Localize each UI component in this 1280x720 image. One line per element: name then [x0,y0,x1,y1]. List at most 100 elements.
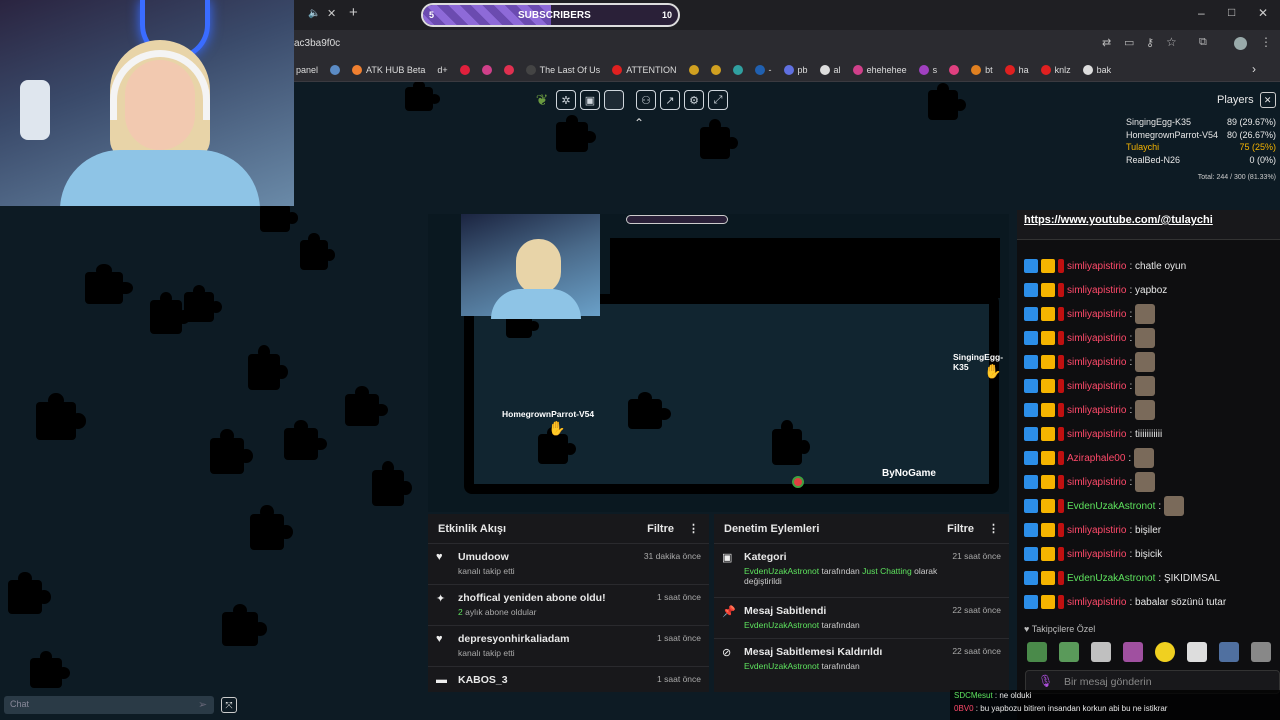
bookmark-ehehehee[interactable]: ehehehee [852,64,907,75]
bookmark-tlou[interactable]: The Last Of Us [525,64,600,75]
bookmark-x[interactable] [949,64,960,75]
chat-username[interactable]: Aziraphale00 [1067,453,1125,464]
bookmark-ha[interactable]: ha [1004,64,1029,75]
crown-icon [1041,595,1055,609]
chat-username[interactable]: simliyapistirio [1067,405,1126,416]
profile-avatar[interactable] [1234,37,1247,50]
chat-text: : [1129,404,1133,416]
minimize-button[interactable]: – [1198,6,1205,20]
bookmark-bak[interactable]: bak [1082,64,1111,75]
chat-username[interactable]: simliyapistirio [1067,357,1126,368]
bookmark-b2[interactable] [710,64,721,75]
youtube-link[interactable]: https://www.youtube.com/@tulaychi [1017,210,1280,240]
chat-panel: simliyapistirio: chatle oyun simliyapisti… [1017,214,1280,720]
send-icon[interactable]: ➢ [198,698,207,711]
more-options-icon[interactable]: ⋮ [688,522,699,535]
crown-icon [1041,307,1055,321]
players-total: Total: 244 / 300 (81.33%) [1197,174,1276,181]
chat-username[interactable]: simliyapistirio [1067,597,1126,608]
menu-icon[interactable]: ⋮ [1260,35,1272,49]
emote-icon [1135,376,1156,396]
chat-username[interactable]: simliyapistirio [1067,285,1126,296]
moderation-item[interactable]: ▣ Kategori EvdenUzakAstronot tarafından … [714,544,1009,598]
chat-text: : [1158,500,1162,512]
bookmark-bt[interactable]: bt [971,64,993,75]
bookmark-al[interactable]: al [819,64,841,75]
bookmark-attention[interactable]: ATTENTION [612,64,677,75]
bookmark-steam[interactable] [330,64,341,75]
bookmarks-more[interactable]: › [1252,62,1256,76]
feed-item[interactable]: ✦ zhoffical yeniden abone oldu! 2 aylık a… [428,585,709,626]
close-tab-icon[interactable]: ✕ [327,7,336,20]
chat-username[interactable]: EvdenUzakAstronot [1067,501,1155,512]
star-icon[interactable]: ☆ [1166,35,1177,49]
bookmark-pinterest[interactable] [459,64,470,75]
cast-icon[interactable]: ▭ [1124,36,1134,49]
moderation-item[interactable]: 📌 Mesaj Sabitlendi EvdenUzakAstronot tar… [714,598,1009,639]
more-options-icon[interactable]: ⋮ [988,522,999,535]
bookmark-b3[interactable] [732,64,743,75]
players-list: SingingEgg-K35 89 (29.67%) HomegrownParro… [1126,117,1276,181]
address-bar[interactable]: ac3ba9f0c ⇄ ▭ ⚷ ☆ ⧉ ⋮ [294,30,1280,58]
stream-puzzle-frame [464,294,999,494]
emote-picker-row[interactable] [1027,642,1271,662]
bookmark-linkedin[interactable]: - [754,64,772,75]
close-window-button[interactable]: ✕ [1258,6,1268,20]
bookmark-icon [710,64,721,75]
mic-icon[interactable]: 🎙 [1038,674,1053,688]
chat-username[interactable]: simliyapistirio [1067,429,1126,440]
bookmark-s[interactable]: s [918,64,937,75]
moderation-item[interactable]: ⊘ Mesaj Sabitlemesi Kaldırıldı EvdenUzak… [714,639,1009,680]
bookmark-instagram[interactable] [481,64,492,75]
crown-icon [1041,451,1055,465]
bookmark-dplus[interactable]: d+ [437,65,447,75]
bookmark-knlz[interactable]: knlz [1040,64,1071,75]
feed-item[interactable]: ♥ depresyonhirkaliadam kanalı takip etti … [428,626,709,667]
bookmark-pb[interactable]: pb [783,64,808,75]
url-text[interactable]: ac3ba9f0c [294,38,340,49]
feed-item[interactable]: ♥ Umudoow kanalı takip etti 31 dakika önc… [428,544,709,585]
maximize-button[interactable]: □ [1228,5,1235,19]
image-preview-icon[interactable]: ▣ [580,90,600,110]
translate-icon[interactable]: ⇄ [1102,36,1111,49]
collapse-toolbar-icon[interactable]: ⌃ [634,116,644,130]
emote-icon [1135,472,1156,492]
key-icon[interactable]: ⚷ [1146,36,1154,49]
settings-icon[interactable]: ⚙ [684,90,704,110]
badge-icon [1024,547,1038,561]
chat-message: simliyapistirio: bişiler [1017,518,1280,542]
chat-message: simliyapistirio: [1017,398,1280,422]
bookmark-b1[interactable] [688,64,699,75]
chat-username[interactable]: simliyapistirio [1067,525,1126,536]
chat-username[interactable]: simliyapistirio [1067,333,1126,344]
bookmark-panel[interactable]: panel [296,65,318,75]
badge-icon [1024,355,1038,369]
chat-text: : bişiler [1129,524,1162,536]
extensions-icon[interactable]: ⧉ [1199,36,1207,49]
chat-username[interactable]: simliyapistirio [1067,549,1126,560]
moderation-filter-button[interactable]: Filtre [947,523,974,535]
puzzle-piece-icon[interactable]: ✲ [556,90,576,110]
chat-username[interactable]: simliyapistirio [1067,477,1126,488]
players-icon[interactable]: ⚇ [636,90,656,110]
subscriber-current: 5 [429,10,435,20]
sub-badge-icon [1058,451,1064,465]
chat-username[interactable]: simliyapistirio [1067,261,1126,272]
expand-icon[interactable]: ⤧ [221,697,237,713]
overlay-chat-input[interactable]: Chat [4,696,214,714]
bookmark-red[interactable] [503,64,514,75]
chat-username[interactable]: simliyapistirio [1067,309,1126,320]
activity-filter-button[interactable]: Filtre [647,523,674,535]
feed-item[interactable]: ▬ KABOS_3 1 saat önce [428,667,709,687]
frame-toggle-icon[interactable] [604,90,624,110]
share-icon[interactable]: ↗ [660,90,680,110]
new-tab-button[interactable]: + [349,4,358,21]
close-players-button[interactable]: ✕ [1259,92,1276,108]
instagram-icon [852,64,863,75]
bookmarks-bar: panel ATK HUB Beta d+ The Last Of Us ATT… [294,58,1280,82]
bookmark-atk[interactable]: ATK HUB Beta [352,64,425,75]
fullscreen-icon[interactable]: ⤢ [708,90,728,110]
chat-username[interactable]: EvdenUzakAstronot [1067,573,1155,584]
puzzle-logo-icon[interactable]: ❦ [532,90,552,110]
chat-username[interactable]: simliyapistirio [1067,381,1126,392]
